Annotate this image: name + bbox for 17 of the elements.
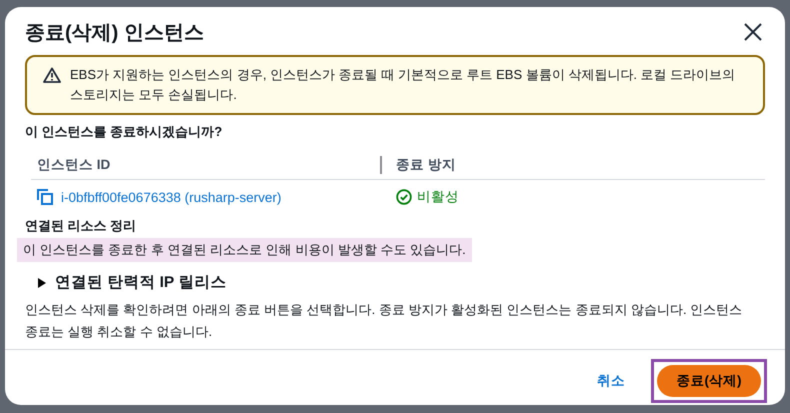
terminate-button[interactable]: 종료(삭제) xyxy=(657,365,761,397)
dialog-title: 종료(삭제) 인스턴스 xyxy=(25,20,204,46)
section-heading: 연결된 리소스 정리 xyxy=(25,217,138,235)
copy-icon[interactable] xyxy=(37,189,53,205)
instance-link[interactable]: i-0bfbff00fe0676338 (rusharp-server) xyxy=(61,190,282,204)
column-header: 인스턴스 ID xyxy=(36,156,112,174)
description-text: 인스턴스 삭제를 확인하려면 아래의 종료 버튼을 선택합니다. 종료 방지가 활성화된 인스턴스는 종료되지 않습니다. 인스턴스 종료는 실행 취소할 수 없습니다. xyxy=(25,301,744,341)
question-text: 이 인스턴스를 종료하시겠습니까? xyxy=(25,123,224,141)
close-icon[interactable] xyxy=(743,22,763,42)
column-header: 종료 방지 xyxy=(396,156,456,174)
cost-note: 이 인스턴스를 종료한 후 연결된 리소스로 인해 비용이 발생할 수도 있습니다. xyxy=(17,238,472,262)
warning-icon xyxy=(43,67,61,83)
alert-text: EBS가 지원하는 인스턴스의 경우, 인스턴스가 종료될 때 기본적으로 루트 EBS 볼륨이 삭제됩니다. 로컬 드라이브의 스토리지는 모두 손실됩니다. xyxy=(70,66,736,104)
caret-icon[interactable] xyxy=(37,278,47,288)
expander-label[interactable]: 연결된 탄력적 IP 릴리스 xyxy=(55,272,226,293)
cancel-button[interactable]: 취소 xyxy=(585,366,637,396)
status-text: 비활성 xyxy=(417,188,459,206)
